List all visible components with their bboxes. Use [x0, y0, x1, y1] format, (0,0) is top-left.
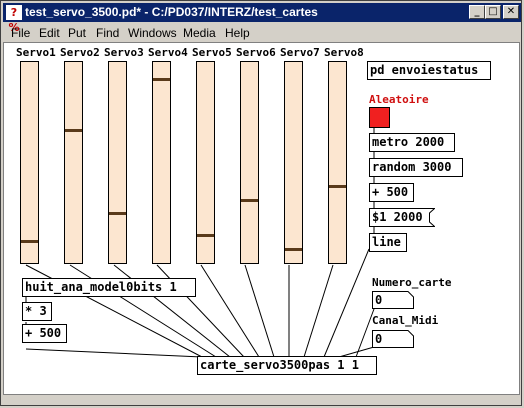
- menu-media[interactable]: Media: [183, 26, 216, 40]
- numero-carte-number[interactable]: 0: [372, 291, 414, 309]
- servo-label: Servo1: [16, 46, 56, 59]
- slider-handle[interactable]: [65, 129, 82, 132]
- servo-label: Servo8: [324, 46, 364, 59]
- servo-label: Servo3: [104, 46, 144, 59]
- aleatoire-label: Aleatoire: [369, 93, 429, 106]
- servo-slider[interactable]: [284, 61, 303, 264]
- slider-handle[interactable]: [329, 185, 346, 188]
- servo-slider[interactable]: [64, 61, 83, 264]
- servo-slider[interactable]: [196, 61, 215, 264]
- maximize-button[interactable]: □: [485, 5, 501, 19]
- canal-midi-label: Canal_Midi: [372, 314, 439, 327]
- servo-slider[interactable]: [240, 61, 259, 264]
- slider-handle[interactable]: [241, 199, 258, 202]
- pd-envoiestatus-object[interactable]: pd envoiestatus: [367, 61, 491, 80]
- menu-find[interactable]: Find: [96, 26, 119, 40]
- canal-midi-number[interactable]: 0: [372, 330, 414, 348]
- slider-handle[interactable]: [21, 240, 38, 243]
- dollar-2000-message[interactable]: $1 2000: [369, 208, 435, 227]
- dollar-2000-text: $1 2000: [372, 210, 423, 224]
- status-area: [3, 396, 521, 406]
- line-object[interactable]: line: [369, 233, 407, 252]
- menu-bar: File Edit Put Find Windows Media Help: [3, 23, 521, 42]
- aleatoire-bang[interactable]: [369, 107, 390, 128]
- slider-handle[interactable]: [109, 212, 126, 215]
- window-title: test_servo_3500.pd* - C:/PD037/INTERZ/te…: [25, 5, 318, 19]
- servo-label: Servo7: [280, 46, 320, 59]
- servo-slider[interactable]: [152, 61, 171, 264]
- canal-midi-value: 0: [375, 332, 383, 346]
- servo-label: Servo2: [60, 46, 100, 59]
- random-object[interactable]: random 3000: [369, 158, 463, 177]
- pd-icon: ?%: [6, 5, 22, 34]
- servo-label: Servo5: [192, 46, 232, 59]
- numero-carte-value: 0: [375, 293, 383, 307]
- servo-slider[interactable]: [108, 61, 127, 264]
- slider-handle[interactable]: [285, 248, 302, 251]
- menu-help[interactable]: Help: [225, 26, 250, 40]
- pd-window: ?% test_servo_3500.pd* - C:/PD037/INTERZ…: [0, 0, 522, 406]
- times-3-object[interactable]: * 3: [22, 302, 52, 321]
- menu-edit[interactable]: Edit: [39, 26, 60, 40]
- menu-file[interactable]: File: [11, 26, 30, 40]
- patch-canvas[interactable]: Servo1 Servo2 Servo3 Servo4 Servo5 Servo6 Serv…: [3, 42, 520, 395]
- servo-slider[interactable]: [20, 61, 39, 264]
- title-bar[interactable]: ?% test_servo_3500.pd* - C:/PD037/INTERZ…: [3, 3, 521, 34]
- servo-label: Servo6: [236, 46, 276, 59]
- minimize-button[interactable]: _: [469, 5, 485, 19]
- plus-500-left-object[interactable]: + 500: [22, 324, 67, 343]
- slider-handle[interactable]: [153, 78, 170, 81]
- plus-500-right-object[interactable]: + 500: [369, 183, 414, 202]
- menu-put[interactable]: Put: [68, 26, 86, 40]
- close-button[interactable]: ✕: [503, 5, 519, 19]
- servo-label: Servo4: [148, 46, 188, 59]
- menu-windows[interactable]: Windows: [128, 26, 177, 40]
- metro-object[interactable]: metro 2000: [369, 133, 455, 152]
- numero-carte-label: Numero_carte: [372, 276, 452, 289]
- slider-handle[interactable]: [197, 234, 214, 237]
- carte-servo-object[interactable]: carte_servo3500pas 1 1: [197, 356, 377, 375]
- servo-slider[interactable]: [328, 61, 347, 264]
- huit-ana-object[interactable]: huit_ana_model0bits 1: [22, 278, 196, 297]
